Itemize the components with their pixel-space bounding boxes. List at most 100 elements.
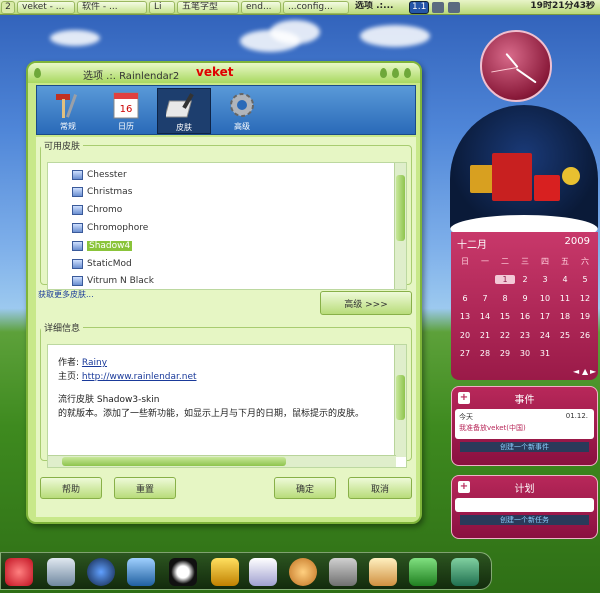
calendar-day[interactable]: 2 xyxy=(515,275,535,284)
calendar-day[interactable]: 19 xyxy=(575,312,595,321)
calendar-day[interactable]: 23 xyxy=(515,331,535,340)
ok-button[interactable]: 确定 xyxy=(274,477,336,499)
usb-drive-icon[interactable] xyxy=(329,558,357,586)
editor-app-icon[interactable] xyxy=(47,558,75,586)
calendar-day[interactable]: 28 xyxy=(475,349,495,358)
mascot-app-icon[interactable] xyxy=(5,558,33,586)
checkbox-icon[interactable] xyxy=(72,222,83,233)
calendar-day[interactable]: 9 xyxy=(515,294,535,303)
network-app-icon[interactable] xyxy=(127,558,155,586)
volume-icon[interactable] xyxy=(432,1,445,13)
tab-skin[interactable]: 皮肤 xyxy=(157,88,211,134)
homepage-link[interactable]: http://www.rainlendar.net xyxy=(82,372,197,382)
add-event-icon[interactable]: + xyxy=(458,392,470,404)
calendar-day[interactable]: 10 xyxy=(535,294,555,303)
add-task-icon[interactable]: + xyxy=(458,481,470,493)
calendar-day-today[interactable]: 1 xyxy=(495,275,515,285)
calendar-day[interactable]: 14 xyxy=(475,312,495,321)
calendar-day[interactable]: 17 xyxy=(535,312,555,321)
event-text[interactable]: 我准备放veket(中国) xyxy=(459,423,526,433)
scrollbar-thumb[interactable] xyxy=(396,375,405,420)
calendar-day[interactable]: 3 xyxy=(535,275,555,284)
taskbar-item[interactable]: ...config... xyxy=(283,0,349,14)
help-button[interactable]: 帮助 xyxy=(40,477,102,499)
cancel-button[interactable]: 取消 xyxy=(348,477,412,499)
skin-item[interactable]: Chromo xyxy=(72,202,122,217)
skin-item-selected[interactable]: Shadow4 xyxy=(72,238,133,253)
calendar-day[interactable]: 5 xyxy=(575,275,595,284)
taskbar-item[interactable]: 五笔字型 xyxy=(177,0,239,14)
scrollbar-thumb[interactable] xyxy=(396,175,405,241)
media-player-icon[interactable] xyxy=(87,558,115,586)
skin-list-scrollbar[interactable] xyxy=(394,163,406,289)
paint-palette-icon[interactable] xyxy=(289,558,317,586)
calendar-day[interactable]: 13 xyxy=(455,312,475,321)
skin-list[interactable]: Chesster Christmas Chromo Chromophore Sh… xyxy=(47,162,407,290)
create-task-link[interactable]: 创建一个新任务 xyxy=(460,515,589,525)
tab-general[interactable]: 常规 xyxy=(41,88,95,134)
checkbox-icon[interactable] xyxy=(72,169,83,180)
calendar-day[interactable]: 31 xyxy=(535,349,555,358)
window-titlebar[interactable]: 选项 .:. Rainlendar2 veket xyxy=(28,63,420,83)
penguin-chat-icon[interactable] xyxy=(169,558,197,586)
maximize-icon[interactable] xyxy=(392,68,399,78)
calendar-day[interactable]: 18 xyxy=(555,312,575,321)
analog-clock-icon[interactable] xyxy=(480,30,552,102)
calendar-widget[interactable]: 十二月 2009 日 一 二 三 四 五 六 1 2 3 4 5 6 7 8 9… xyxy=(451,232,598,380)
file-manager-icon[interactable] xyxy=(211,558,239,586)
taskbar-item-active[interactable]: 选项 .:... xyxy=(351,1,407,14)
details-text-area[interactable]: 作者: Rainy 主页: http://www.rainlendar.net … xyxy=(47,344,407,468)
network-icon[interactable] xyxy=(448,1,461,13)
help-app-icon[interactable] xyxy=(409,558,437,586)
calendar-day[interactable]: 24 xyxy=(535,331,555,340)
calendar-day[interactable]: 4 xyxy=(555,275,575,284)
calendar-day[interactable]: 26 xyxy=(575,331,595,340)
calendar-day[interactable]: 22 xyxy=(495,331,515,340)
tab-calendar[interactable]: 16 日历 xyxy=(99,88,153,134)
photo-album-icon[interactable] xyxy=(369,558,397,586)
author-link[interactable]: Rainy xyxy=(82,358,107,368)
calendar-day[interactable]: 7 xyxy=(475,294,495,303)
checkbox-icon[interactable] xyxy=(72,186,83,197)
taskbar-item[interactable]: veket - ... xyxy=(17,0,75,14)
calendar-day[interactable]: 16 xyxy=(515,312,535,321)
advanced-button[interactable]: 高级 >>> xyxy=(320,291,412,315)
close-icon[interactable] xyxy=(404,68,411,78)
skin-item[interactable]: StaticMod xyxy=(72,256,132,271)
checkbox-icon[interactable] xyxy=(72,240,83,251)
calendar-next-icon[interactable]: ► xyxy=(590,367,596,376)
taskbar-item[interactable]: Li xyxy=(149,0,175,14)
skin-item[interactable]: Christmas xyxy=(72,184,132,199)
details-horizontal-scrollbar[interactable] xyxy=(48,455,396,467)
details-vertical-scrollbar[interactable] xyxy=(394,345,406,457)
calendar-home-icon[interactable]: ▲ xyxy=(582,367,588,376)
screenshot-app-icon[interactable] xyxy=(451,558,479,586)
checkbox-icon[interactable] xyxy=(72,258,83,269)
calendar-day[interactable]: 21 xyxy=(475,331,495,340)
workspace-indicator[interactable]: 1.1 xyxy=(409,0,430,14)
calendar-day[interactable]: 15 xyxy=(495,312,515,321)
image-viewer-icon[interactable] xyxy=(249,558,277,586)
calendar-day[interactable]: 8 xyxy=(495,294,515,303)
calendar-day[interactable]: 29 xyxy=(495,349,515,358)
calendar-day[interactable]: 25 xyxy=(555,331,575,340)
checkbox-icon[interactable] xyxy=(72,204,83,215)
window-menu-icon[interactable] xyxy=(34,68,41,78)
taskbar-item[interactable]: 软件 - ... xyxy=(77,0,147,14)
minimize-icon[interactable] xyxy=(380,68,387,78)
calendar-day[interactable]: 11 xyxy=(555,294,575,303)
checkbox-icon[interactable] xyxy=(72,275,83,286)
workspace-pager[interactable]: 2 xyxy=(1,0,15,14)
scrollbar-thumb[interactable] xyxy=(62,457,286,466)
taskbar-item[interactable]: end... xyxy=(241,0,281,14)
calendar-day[interactable]: 6 xyxy=(455,294,475,303)
reset-button[interactable]: 重置 xyxy=(114,477,176,499)
tab-advanced[interactable]: 高级 xyxy=(215,88,269,134)
create-event-link[interactable]: 创建一个新事件 xyxy=(460,442,589,452)
calendar-prev-icon[interactable]: ◄ xyxy=(573,367,579,376)
calendar-day[interactable]: 12 xyxy=(575,294,595,303)
calendar-day[interactable]: 30 xyxy=(515,349,535,358)
skin-item[interactable]: Chesster xyxy=(72,167,127,182)
get-more-skins-link[interactable]: 获取更多皮肤... xyxy=(38,289,94,300)
skin-item[interactable]: Chromophore xyxy=(72,220,148,235)
